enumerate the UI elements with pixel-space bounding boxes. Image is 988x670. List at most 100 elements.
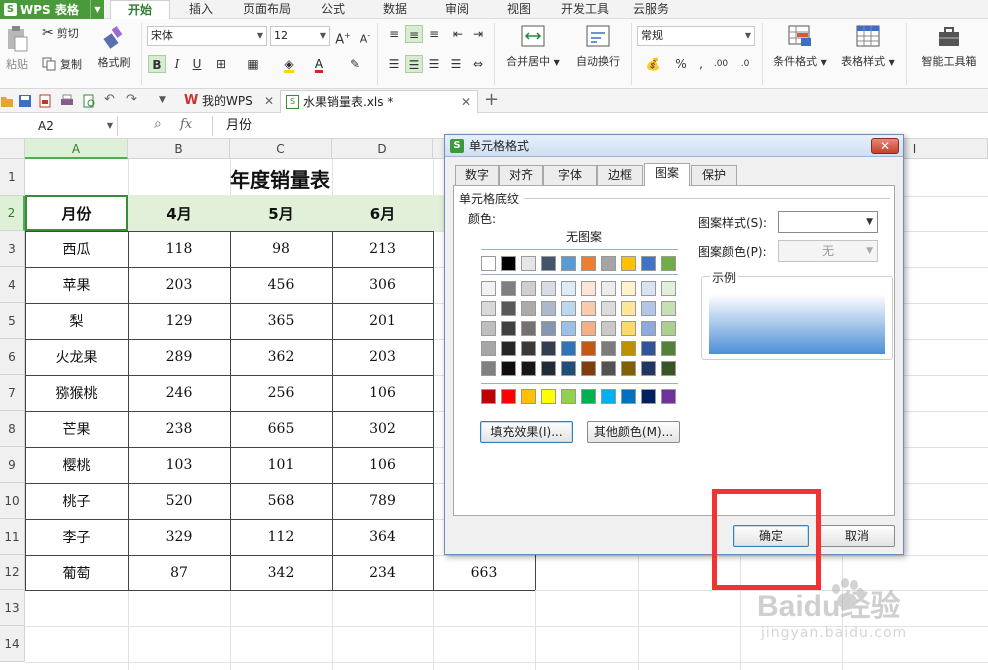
color-swatch[interactable] [661, 256, 676, 271]
fill-effects-button[interactable]: 填充效果(I)... [480, 421, 573, 443]
doc-tab-fruit-sales[interactable]: S 水果销量表.xls * ✕ [280, 90, 478, 113]
font-size-select[interactable]: 12 ▼ [270, 26, 330, 46]
header-cell[interactable]: 5月 [230, 196, 332, 231]
data-cell[interactable]: 106 [332, 375, 433, 411]
tab-patterns[interactable]: 图案 [644, 163, 690, 186]
pattern-style-select[interactable]: ▼ [778, 211, 878, 233]
data-cell[interactable]: 665 [230, 411, 332, 447]
color-swatch[interactable] [621, 389, 636, 404]
more-colors-button[interactable]: 其他颜色(M)... [587, 421, 680, 443]
currency-icon[interactable]: 💰 [640, 55, 666, 73]
color-swatch[interactable] [581, 256, 596, 271]
dialog-title-bar[interactable]: S 单元格格式 ✕ [445, 135, 903, 157]
color-swatch[interactable] [541, 281, 556, 296]
color-swatch[interactable] [501, 301, 516, 316]
font-color-icon[interactable]: A [310, 55, 328, 73]
color-swatch[interactable] [501, 281, 516, 296]
align-middle-icon[interactable]: ≡ [405, 25, 423, 43]
color-swatch[interactable] [501, 389, 516, 404]
color-swatch[interactable] [661, 301, 676, 316]
smart-toolbox-button[interactable]: 智能工具箱 [914, 24, 984, 69]
color-swatch[interactable] [501, 256, 516, 271]
doc-tab-my-wps[interactable]: W 我的WPS ✕ [180, 90, 280, 113]
color-swatch[interactable] [541, 341, 556, 356]
color-swatch[interactable] [661, 321, 676, 336]
color-swatch[interactable] [481, 389, 496, 404]
color-swatch[interactable] [641, 256, 656, 271]
distributed-icon[interactable]: ⇔ [469, 55, 487, 73]
color-swatch[interactable] [581, 321, 596, 336]
data-cell[interactable]: 201 [332, 303, 433, 339]
formula-input[interactable]: 月份 [226, 116, 252, 136]
color-swatch[interactable] [581, 301, 596, 316]
color-swatch[interactable] [641, 361, 656, 376]
copy-button[interactable]: 复制 [42, 56, 82, 72]
new-tab-icon[interactable]: + [484, 89, 499, 110]
color-swatch[interactable] [601, 361, 616, 376]
data-cell[interactable]: 520 [128, 483, 230, 519]
data-cell[interactable]: 樱桃 [25, 447, 128, 483]
color-swatch[interactable] [541, 321, 556, 336]
menu-tab-page-layout[interactable]: 页面布局 [232, 0, 302, 19]
color-swatch[interactable] [661, 281, 676, 296]
menu-tab-cloud[interactable]: 云服务 [624, 0, 678, 19]
menu-tab-formulas[interactable]: 公式 [306, 0, 360, 19]
color-swatch[interactable] [641, 341, 656, 356]
menu-tab-view[interactable]: 视图 [492, 0, 546, 19]
color-swatch[interactable] [501, 321, 516, 336]
data-cell[interactable]: 101 [230, 447, 332, 483]
color-swatch[interactable] [621, 256, 636, 271]
tab-border[interactable]: 边框 [597, 165, 643, 185]
borders-icon[interactable]: ⊞ [212, 55, 230, 73]
data-cell[interactable]: 663 [433, 555, 535, 590]
data-cell[interactable]: 234 [332, 555, 433, 590]
percent-icon[interactable]: % [672, 55, 690, 73]
underline-button[interactable]: U [188, 55, 206, 73]
table-style-button[interactable]: 表格样式 ▼ [836, 24, 900, 69]
cell-pattern-icon[interactable]: ▦ [244, 55, 262, 73]
color-swatch[interactable] [541, 361, 556, 376]
increase-decimal-icon[interactable]: .00 [712, 55, 730, 73]
close-icon[interactable]: ✕ [264, 90, 274, 112]
indent-increase-icon[interactable]: ⇥ [469, 25, 487, 43]
color-swatch[interactable] [621, 361, 636, 376]
data-cell[interactable]: 329 [128, 519, 230, 555]
color-swatch[interactable] [581, 281, 596, 296]
menu-tab-insert[interactable]: 插入 [172, 0, 230, 19]
menu-tab-review[interactable]: 审阅 [430, 0, 484, 19]
color-swatch[interactable] [541, 256, 556, 271]
header-cell[interactable]: 4月 [128, 196, 230, 231]
data-cell[interactable]: 364 [332, 519, 433, 555]
color-swatch[interactable] [521, 361, 536, 376]
data-cell[interactable]: 118 [128, 231, 230, 267]
color-swatch[interactable] [561, 321, 576, 336]
color-swatch[interactable] [621, 321, 636, 336]
color-swatch[interactable] [521, 256, 536, 271]
color-swatch[interactable] [541, 301, 556, 316]
data-cell[interactable]: 568 [230, 483, 332, 519]
color-swatch[interactable] [501, 361, 516, 376]
data-cell[interactable]: 306 [332, 267, 433, 303]
data-cell[interactable]: 苹果 [25, 267, 128, 303]
redo-icon[interactable]: ↷ [126, 92, 140, 107]
merge-center-button[interactable]: 合并居中 ▼ [500, 24, 566, 69]
color-swatch[interactable] [561, 281, 576, 296]
data-cell[interactable]: 256 [230, 375, 332, 411]
data-cell[interactable]: 猕猴桃 [25, 375, 128, 411]
data-cell[interactable]: 789 [332, 483, 433, 519]
data-cell[interactable]: 213 [332, 231, 433, 267]
data-cell[interactable]: 203 [128, 267, 230, 303]
color-swatch[interactable] [621, 341, 636, 356]
export-pdf-icon[interactable] [38, 94, 52, 108]
color-swatch[interactable] [661, 341, 676, 356]
color-swatch[interactable] [601, 281, 616, 296]
tab-number[interactable]: 数字 [455, 165, 499, 185]
fill-color-icon[interactable]: ◈ [280, 55, 298, 73]
open-folder-icon[interactable] [0, 94, 14, 108]
decrease-font-icon[interactable]: A- [356, 27, 374, 46]
undo-icon[interactable]: ↶ [104, 92, 118, 107]
tab-alignment[interactable]: 对齐 [499, 165, 543, 185]
data-cell[interactable]: 西瓜 [25, 231, 128, 267]
close-icon[interactable]: ✕ [461, 91, 471, 113]
function-icon[interactable]: fx [180, 117, 192, 132]
